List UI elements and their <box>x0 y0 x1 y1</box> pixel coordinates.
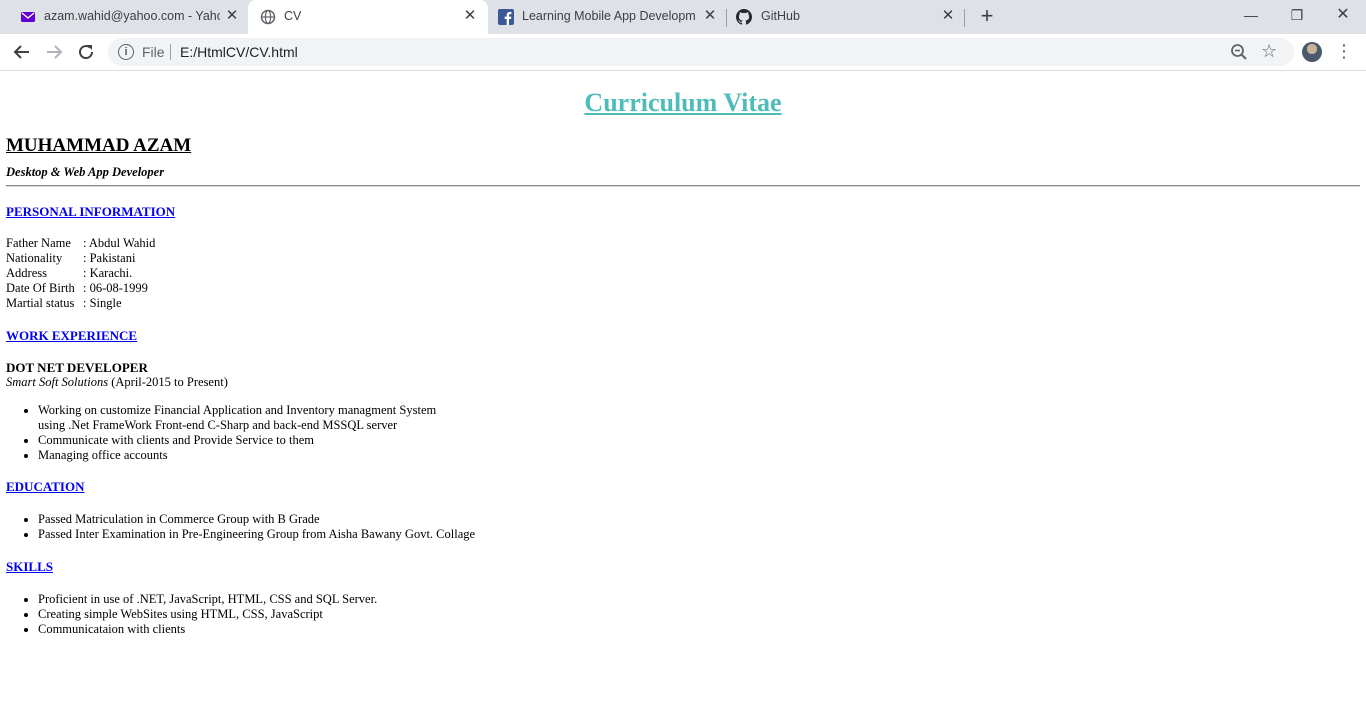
address-bar[interactable]: i File E:/HtmlCV/CV.html ☆ <box>108 38 1294 66</box>
yahoo-mail-icon <box>21 12 35 22</box>
candidate-role: Desktop & Web App Developer <box>6 165 165 179</box>
forward-button[interactable] <box>42 40 66 64</box>
zoom-out-icon[interactable] <box>1230 43 1248 61</box>
info-label: Address <box>6 266 47 280</box>
info-value: : Pakistani <box>83 251 136 265</box>
info-row: Address : Karachi. <box>6 266 155 281</box>
job-period: (April-2015 to Present) <box>111 375 228 389</box>
tab-title: Learning Mobile App Developme <box>522 9 696 23</box>
bookmark-star-icon[interactable]: ☆ <box>1261 41 1277 62</box>
education-heading[interactable]: EDUCATION <box>6 479 85 495</box>
profile-avatar[interactable] <box>1302 42 1322 62</box>
info-value: : 06-08-1999 <box>83 281 148 295</box>
tab-title: GitHub <box>761 9 800 23</box>
list-item: Passed Inter Examination in Pre-Engineer… <box>38 527 475 542</box>
info-value: : Karachi. <box>83 266 133 280</box>
page-content: Curriculum Vitae MUHAMMAD AZAM Desktop &… <box>0 71 1366 728</box>
list-item-text: using .Net FrameWork Front-end C-Sharp a… <box>38 418 398 432</box>
back-arrow-icon <box>13 45 29 59</box>
tab-separator <box>964 9 965 27</box>
list-item-text: Working on customize Financial Applicati… <box>38 403 437 417</box>
info-label: Father Name <box>6 236 71 250</box>
list-item: Creating simple WebSites using HTML, CSS… <box>38 607 377 622</box>
cv-heading: Curriculum Vitae <box>584 88 782 117</box>
skills-heading[interactable]: SKILLS <box>6 559 53 575</box>
personal-info-heading[interactable]: PERSONAL INFORMATION <box>6 204 175 220</box>
minimize-button[interactable]: — <box>1228 0 1274 30</box>
forward-arrow-icon <box>47 45 63 59</box>
info-label: Martial status <box>6 296 75 310</box>
reload-button[interactable] <box>74 40 98 64</box>
close-tab-icon[interactable]: ✕ <box>940 8 956 24</box>
tab-yahoo-mail[interactable]: azam.wahid@yahoo.com - Yahoo ✕ <box>8 0 246 34</box>
browser-menu-icon[interactable]: ⋮ <box>1334 42 1354 62</box>
horizontal-rule <box>6 185 1360 187</box>
info-value: : Single <box>83 296 122 310</box>
info-value: : Abdul Wahid <box>83 236 156 250</box>
github-icon <box>736 9 752 25</box>
info-row: Martial status : Single <box>6 296 155 311</box>
list-item: Managing office accounts <box>38 448 436 463</box>
personal-info-block: Father Name : Abdul Wahid Nationality : Pa… <box>6 236 155 311</box>
work-list: Working on customize Financial Applicati… <box>6 403 436 463</box>
globe-icon <box>260 9 276 25</box>
list-item: Working on customize Financial Applicati… <box>38 403 436 433</box>
back-button[interactable] <box>10 40 34 64</box>
education-list: Passed Matriculation in Commerce Group w… <box>6 512 475 542</box>
reload-icon <box>79 45 94 60</box>
skills-list: Proficient in use of .NET, JavaScript, H… <box>6 592 377 637</box>
close-tab-icon[interactable]: ✕ <box>702 8 718 24</box>
facebook-icon <box>498 9 514 25</box>
info-row: Nationality : Pakistani <box>6 251 155 266</box>
tab-title: azam.wahid@yahoo.com - Yahoo <box>44 9 220 23</box>
info-icon[interactable]: i <box>118 44 134 60</box>
omnibox-divider <box>170 44 171 60</box>
close-window-button[interactable]: ✕ <box>1320 0 1366 30</box>
list-item: Passed Matriculation in Commerce Group w… <box>38 512 475 527</box>
tab-github[interactable]: GitHub ✕ <box>728 0 964 34</box>
close-tab-icon[interactable]: ✕ <box>224 8 240 24</box>
url-text[interactable]: E:/HtmlCV/CV.html <box>180 44 298 60</box>
restore-button[interactable]: ❐ <box>1274 0 1320 30</box>
close-tab-icon[interactable]: ✕ <box>462 8 478 24</box>
info-row: Date Of Birth : 06-08-1999 <box>6 281 155 296</box>
scheme-chip[interactable]: File <box>142 44 165 60</box>
candidate-name: MUHAMMAD AZAM <box>6 135 192 156</box>
info-label: Date Of Birth <box>6 281 75 295</box>
company-name: Smart Soft Solutions <box>6 375 109 389</box>
info-row: Father Name : Abdul Wahid <box>6 236 155 251</box>
work-experience-heading[interactable]: WORK EXPERIENCE <box>6 328 137 344</box>
tab-title: CV <box>284 9 302 23</box>
tab-cv[interactable]: CV ✕ <box>248 0 488 34</box>
job-company-line: Smart Soft Solutions (April-2015 to Pres… <box>6 375 228 390</box>
new-tab-button[interactable]: + <box>976 5 998 27</box>
tab-strip: azam.wahid@yahoo.com - Yahoo ✕ CV ✕ Lear… <box>0 0 1366 34</box>
job-title: DOT NET DEVELOPER <box>6 360 148 375</box>
list-item: Communicataion with clients <box>38 622 377 637</box>
browser-toolbar: i File E:/HtmlCV/CV.html ☆ ⋮ <box>0 34 1366 71</box>
info-label: Nationality <box>6 251 63 265</box>
tab-facebook[interactable]: Learning Mobile App Developme ✕ <box>488 0 726 34</box>
tab-separator <box>726 9 727 27</box>
list-item: Communicate with clients and Provide Ser… <box>38 433 436 448</box>
list-item: Proficient in use of .NET, JavaScript, H… <box>38 592 377 607</box>
